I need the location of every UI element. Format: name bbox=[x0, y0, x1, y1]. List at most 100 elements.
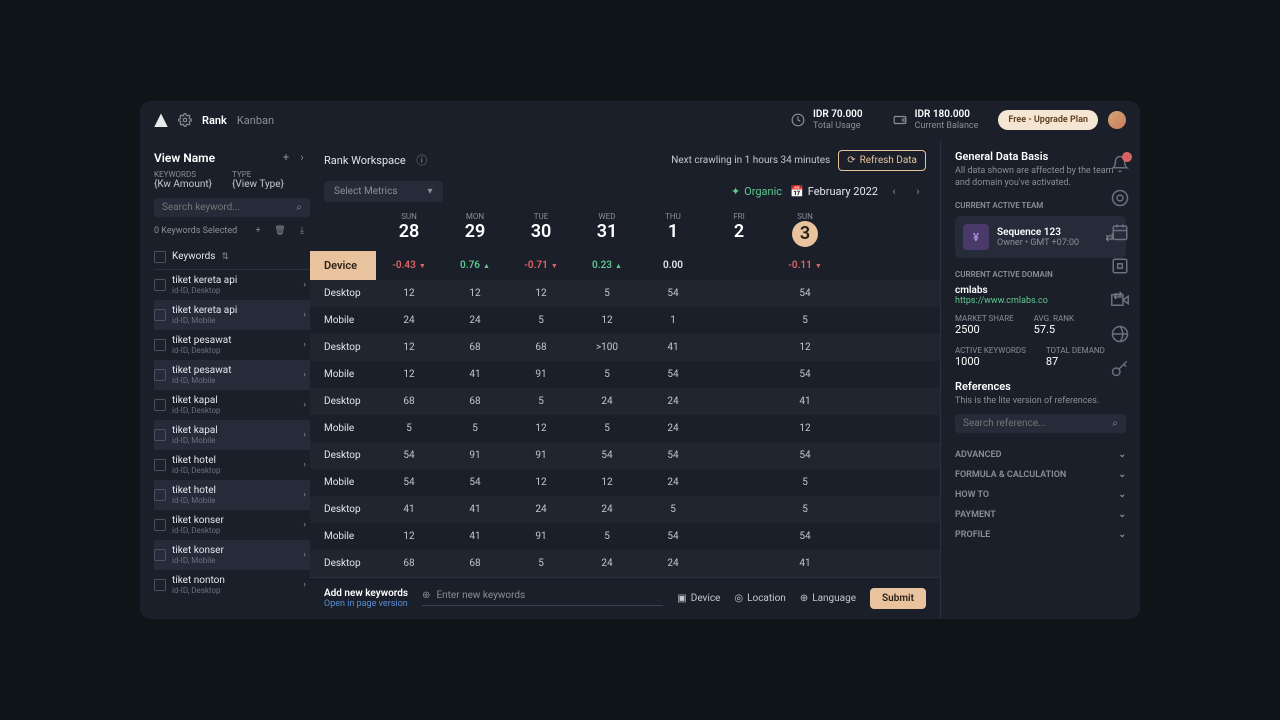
row-checkbox[interactable] bbox=[154, 549, 166, 561]
rank-cell[interactable]: 24 bbox=[508, 496, 574, 523]
rank-cell[interactable]: 5 bbox=[574, 523, 640, 550]
row-checkbox[interactable] bbox=[154, 309, 166, 321]
rank-cell[interactable]: 24 bbox=[640, 550, 706, 577]
rank-cell[interactable]: 24 bbox=[376, 307, 442, 334]
rank-cell[interactable]: 12 bbox=[508, 415, 574, 442]
next-view-icon[interactable]: › bbox=[294, 150, 310, 166]
new-keyword-input[interactable]: ⊕Enter new keywords bbox=[422, 590, 663, 606]
day-column[interactable]: FRI2 bbox=[706, 212, 772, 247]
rank-cell[interactable]: 41 bbox=[442, 523, 508, 550]
rank-cell[interactable]: 5 bbox=[508, 307, 574, 334]
row-checkbox[interactable] bbox=[154, 339, 166, 351]
rank-cell[interactable]: 12 bbox=[574, 307, 640, 334]
rank-cell[interactable]: 41 bbox=[640, 334, 706, 361]
rank-cell[interactable]: 91 bbox=[508, 442, 574, 469]
rank-cell[interactable]: 24 bbox=[640, 415, 706, 442]
row-checkbox[interactable] bbox=[154, 579, 166, 591]
rank-cell[interactable]: 54 bbox=[574, 442, 640, 469]
rank-cell[interactable]: 1 bbox=[640, 307, 706, 334]
rank-cell[interactable]: 54 bbox=[772, 280, 838, 307]
rank-cell[interactable]: 5 bbox=[772, 469, 838, 496]
keyword-row[interactable]: tiket kereta apiid-ID, Desktop› bbox=[154, 270, 310, 300]
metrics-select[interactable]: Select Metrics▾ bbox=[324, 181, 443, 202]
rank-cell[interactable]: 12 bbox=[508, 280, 574, 307]
keyword-row[interactable]: tiket pesawatid-ID, Desktop› bbox=[154, 330, 310, 360]
rank-cell[interactable]: 54 bbox=[640, 280, 706, 307]
rank-cell[interactable]: 12 bbox=[376, 361, 442, 388]
rank-cell[interactable]: 54 bbox=[376, 442, 442, 469]
rank-cell[interactable]: 54 bbox=[640, 442, 706, 469]
keyword-row[interactable]: tiket hotelid-ID, Mobile› bbox=[154, 480, 310, 510]
rank-cell[interactable]: 5 bbox=[574, 361, 640, 388]
rank-cell[interactable]: 24 bbox=[640, 469, 706, 496]
row-checkbox[interactable] bbox=[154, 459, 166, 471]
rank-cell[interactable]: 24 bbox=[442, 307, 508, 334]
day-column[interactable]: THU1 bbox=[640, 212, 706, 247]
rank-cell[interactable] bbox=[706, 393, 772, 409]
rank-cell[interactable]: 12 bbox=[442, 280, 508, 307]
language-filter[interactable]: ⊕Language bbox=[800, 593, 856, 604]
rank-cell[interactable]: 12 bbox=[772, 334, 838, 361]
reference-search-input[interactable] bbox=[963, 418, 1112, 429]
rank-cell[interactable]: 12 bbox=[376, 334, 442, 361]
settings-icon[interactable] bbox=[178, 113, 192, 127]
rank-cell[interactable] bbox=[706, 339, 772, 355]
row-checkbox[interactable] bbox=[154, 519, 166, 531]
target-icon[interactable] bbox=[1111, 189, 1129, 207]
rank-cell[interactable]: 91 bbox=[508, 361, 574, 388]
rank-cell[interactable]: 12 bbox=[508, 469, 574, 496]
keyword-row[interactable]: tiket hotelid-ID, Desktop› bbox=[154, 450, 310, 480]
day-column[interactable]: SUN3 bbox=[772, 212, 838, 247]
export-icon[interactable]: ⤓ bbox=[294, 223, 310, 239]
rank-cell[interactable]: 12 bbox=[376, 280, 442, 307]
period-picker[interactable]: 📅February 2022 bbox=[790, 185, 878, 198]
next-period-icon[interactable]: › bbox=[910, 183, 926, 199]
row-checkbox[interactable] bbox=[154, 369, 166, 381]
keyword-search-input[interactable] bbox=[162, 202, 296, 213]
row-checkbox[interactable] bbox=[154, 399, 166, 411]
rank-cell[interactable]: 5 bbox=[442, 415, 508, 442]
archive-icon[interactable] bbox=[1111, 257, 1129, 275]
rank-cell[interactable]: 91 bbox=[508, 523, 574, 550]
rank-cell[interactable]: 5 bbox=[772, 496, 838, 523]
upgrade-pill[interactable]: Free - Upgrade Plan bbox=[998, 110, 1098, 130]
breadcrumb-kanban[interactable]: Kanban bbox=[237, 114, 274, 127]
rank-cell[interactable]: >100 bbox=[574, 334, 640, 361]
keyword-row[interactable]: tiket kapalid-ID, Desktop› bbox=[154, 390, 310, 420]
key-icon[interactable] bbox=[1111, 359, 1129, 377]
row-checkbox[interactable] bbox=[154, 429, 166, 441]
rank-cell[interactable] bbox=[706, 447, 772, 463]
notification-icon[interactable]: 10 bbox=[1111, 155, 1129, 173]
sort-icon[interactable]: ⇅ bbox=[221, 252, 229, 262]
rank-cell[interactable]: 54 bbox=[442, 469, 508, 496]
rank-cell[interactable]: 54 bbox=[640, 361, 706, 388]
device-filter[interactable]: ▣Device bbox=[677, 593, 720, 604]
rank-cell[interactable] bbox=[706, 312, 772, 328]
rank-cell[interactable] bbox=[706, 474, 772, 490]
rank-cell[interactable]: 68 bbox=[376, 388, 442, 415]
organic-toggle[interactable]: ✦Organic bbox=[731, 185, 782, 198]
rank-cell[interactable]: 68 bbox=[442, 550, 508, 577]
rank-cell[interactable]: 5 bbox=[508, 550, 574, 577]
breadcrumb-rank[interactable]: Rank bbox=[202, 114, 227, 127]
rank-cell[interactable]: 5 bbox=[640, 496, 706, 523]
prev-period-icon[interactable]: ‹ bbox=[886, 183, 902, 199]
rank-cell[interactable]: 5 bbox=[574, 415, 640, 442]
day-column[interactable]: TUE30 bbox=[508, 212, 574, 247]
rank-cell[interactable] bbox=[706, 420, 772, 436]
delete-icon[interactable]: 🗑 bbox=[272, 223, 288, 239]
rank-cell[interactable]: 24 bbox=[574, 550, 640, 577]
rank-cell[interactable]: 24 bbox=[640, 388, 706, 415]
rank-cell[interactable]: 41 bbox=[772, 388, 838, 415]
submit-button[interactable]: Submit bbox=[870, 588, 926, 609]
rank-cell[interactable]: 5 bbox=[376, 415, 442, 442]
rank-cell[interactable]: 5 bbox=[508, 388, 574, 415]
rank-cell[interactable]: 41 bbox=[442, 496, 508, 523]
add-keyword-icon[interactable]: + bbox=[250, 223, 266, 239]
info-icon[interactable]: ⓘ bbox=[414, 152, 430, 168]
row-checkbox[interactable] bbox=[154, 279, 166, 291]
keyword-search[interactable]: ⌕ bbox=[154, 198, 310, 217]
camera-icon[interactable] bbox=[1111, 291, 1129, 309]
keyword-row[interactable]: tiket kereta apiid-ID, Mobile› bbox=[154, 300, 310, 330]
rank-cell[interactable]: 41 bbox=[442, 361, 508, 388]
